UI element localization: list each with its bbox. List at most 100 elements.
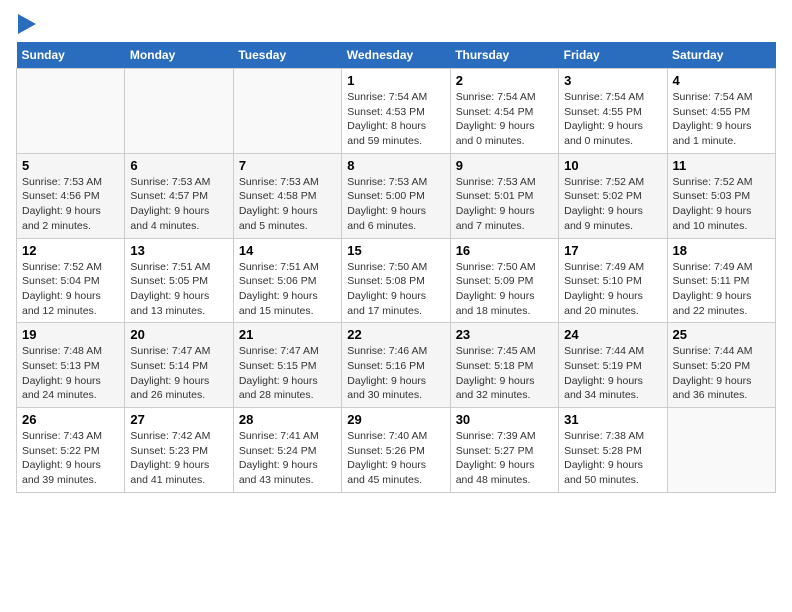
day-info: Sunrise: 7:54 AM Sunset: 4:55 PM Dayligh… <box>673 90 770 149</box>
calendar-day-cell: 15 Sunrise: 7:50 AM Sunset: 5:08 PM Dayli… <box>342 238 450 323</box>
day-of-week-header: Tuesday <box>233 42 341 69</box>
calendar-week-row: 12 Sunrise: 7:52 AM Sunset: 5:04 PM Dayli… <box>17 238 776 323</box>
calendar-day-cell: 4 Sunrise: 7:54 AM Sunset: 4:55 PM Daylig… <box>667 69 775 154</box>
day-info: Sunrise: 7:51 AM Sunset: 5:05 PM Dayligh… <box>130 260 227 319</box>
day-number: 11 <box>673 158 770 173</box>
day-info: Sunrise: 7:54 AM Sunset: 4:54 PM Dayligh… <box>456 90 553 149</box>
day-info: Sunrise: 7:41 AM Sunset: 5:24 PM Dayligh… <box>239 429 336 488</box>
day-number: 16 <box>456 243 553 258</box>
calendar-day-cell: 27Sunrise: 7:42 AM Sunset: 5:23 PM Dayli… <box>125 408 233 493</box>
day-number: 10 <box>564 158 661 173</box>
calendar-day-cell: 19 Sunrise: 7:48 AM Sunset: 5:13 PM Dayli… <box>17 323 125 408</box>
day-number: 23 <box>456 327 553 342</box>
day-of-week-header: Wednesday <box>342 42 450 69</box>
day-of-week-header: Friday <box>559 42 667 69</box>
day-number: 26 <box>22 412 119 427</box>
calendar-day-cell: 1 Sunrise: 7:54 AM Sunset: 4:53 PM Daylig… <box>342 69 450 154</box>
calendar-day-cell: 9Sunrise: 7:53 AM Sunset: 5:01 PM Daylig… <box>450 153 558 238</box>
day-info: Sunrise: 7:52 AM Sunset: 5:03 PM Dayligh… <box>673 175 770 234</box>
calendar-day-cell <box>125 69 233 154</box>
logo <box>16 16 36 30</box>
day-number: 3 <box>564 73 661 88</box>
day-info: Sunrise: 7:42 AM Sunset: 5:23 PM Dayligh… <box>130 429 227 488</box>
calendar-week-row: 1 Sunrise: 7:54 AM Sunset: 4:53 PM Daylig… <box>17 69 776 154</box>
calendar-week-row: 5Sunrise: 7:53 AM Sunset: 4:56 PM Daylig… <box>17 153 776 238</box>
calendar-day-cell: 20Sunrise: 7:47 AM Sunset: 5:14 PM Dayli… <box>125 323 233 408</box>
day-info: Sunrise: 7:44 AM Sunset: 5:19 PM Dayligh… <box>564 344 661 403</box>
calendar-day-cell: 30 Sunrise: 7:39 AM Sunset: 5:27 PM Dayli… <box>450 408 558 493</box>
day-info: Sunrise: 7:50 AM Sunset: 5:09 PM Dayligh… <box>456 260 553 319</box>
day-info: Sunrise: 7:47 AM Sunset: 5:15 PM Dayligh… <box>239 344 336 403</box>
day-number: 8 <box>347 158 444 173</box>
day-number: 29 <box>347 412 444 427</box>
day-info: Sunrise: 7:52 AM Sunset: 5:04 PM Dayligh… <box>22 260 119 319</box>
day-info: Sunrise: 7:47 AM Sunset: 5:14 PM Dayligh… <box>130 344 227 403</box>
calendar-day-cell <box>667 408 775 493</box>
calendar-day-cell: 2 Sunrise: 7:54 AM Sunset: 4:54 PM Daylig… <box>450 69 558 154</box>
day-number: 7 <box>239 158 336 173</box>
day-number: 2 <box>456 73 553 88</box>
calendar-day-cell: 8 Sunrise: 7:53 AM Sunset: 5:00 PM Daylig… <box>342 153 450 238</box>
calendar-day-cell: 23 Sunrise: 7:45 AM Sunset: 5:18 PM Dayli… <box>450 323 558 408</box>
day-number: 6 <box>130 158 227 173</box>
day-info: Sunrise: 7:48 AM Sunset: 5:13 PM Dayligh… <box>22 344 119 403</box>
day-number: 22 <box>347 327 444 342</box>
day-number: 18 <box>673 243 770 258</box>
day-number: 17 <box>564 243 661 258</box>
day-number: 9 <box>456 158 553 173</box>
day-number: 21 <box>239 327 336 342</box>
day-number: 24 <box>564 327 661 342</box>
calendar-week-row: 19 Sunrise: 7:48 AM Sunset: 5:13 PM Dayli… <box>17 323 776 408</box>
day-number: 1 <box>347 73 444 88</box>
calendar-day-cell <box>17 69 125 154</box>
calendar-day-cell: 28 Sunrise: 7:41 AM Sunset: 5:24 PM Dayli… <box>233 408 341 493</box>
day-info: Sunrise: 7:50 AM Sunset: 5:08 PM Dayligh… <box>347 260 444 319</box>
day-info: Sunrise: 7:49 AM Sunset: 5:11 PM Dayligh… <box>673 260 770 319</box>
calendar-day-cell: 24 Sunrise: 7:44 AM Sunset: 5:19 PM Dayli… <box>559 323 667 408</box>
calendar-day-cell: 13 Sunrise: 7:51 AM Sunset: 5:05 PM Dayli… <box>125 238 233 323</box>
day-number: 15 <box>347 243 444 258</box>
calendar-day-cell: 3Sunrise: 7:54 AM Sunset: 4:55 PM Daylig… <box>559 69 667 154</box>
calendar-header-row: SundayMondayTuesdayWednesdayThursdayFrid… <box>17 42 776 69</box>
day-info: Sunrise: 7:51 AM Sunset: 5:06 PM Dayligh… <box>239 260 336 319</box>
calendar-day-cell: 25 Sunrise: 7:44 AM Sunset: 5:20 PM Dayli… <box>667 323 775 408</box>
calendar-day-cell: 26 Sunrise: 7:43 AM Sunset: 5:22 PM Dayli… <box>17 408 125 493</box>
day-of-week-header: Monday <box>125 42 233 69</box>
calendar-day-cell: 12 Sunrise: 7:52 AM Sunset: 5:04 PM Dayli… <box>17 238 125 323</box>
calendar-day-cell: 22 Sunrise: 7:46 AM Sunset: 5:16 PM Dayli… <box>342 323 450 408</box>
day-info: Sunrise: 7:39 AM Sunset: 5:27 PM Dayligh… <box>456 429 553 488</box>
calendar-day-cell: 29Sunrise: 7:40 AM Sunset: 5:26 PM Dayli… <box>342 408 450 493</box>
calendar-day-cell: 10 Sunrise: 7:52 AM Sunset: 5:02 PM Dayli… <box>559 153 667 238</box>
calendar-day-cell: 17 Sunrise: 7:49 AM Sunset: 5:10 PM Dayli… <box>559 238 667 323</box>
day-of-week-header: Thursday <box>450 42 558 69</box>
day-info: Sunrise: 7:44 AM Sunset: 5:20 PM Dayligh… <box>673 344 770 403</box>
day-number: 12 <box>22 243 119 258</box>
page-header <box>16 16 776 30</box>
day-info: Sunrise: 7:49 AM Sunset: 5:10 PM Dayligh… <box>564 260 661 319</box>
calendar-day-cell: 14 Sunrise: 7:51 AM Sunset: 5:06 PM Dayli… <box>233 238 341 323</box>
day-info: Sunrise: 7:54 AM Sunset: 4:53 PM Dayligh… <box>347 90 444 149</box>
day-of-week-header: Saturday <box>667 42 775 69</box>
day-number: 4 <box>673 73 770 88</box>
calendar-day-cell <box>233 69 341 154</box>
day-number: 19 <box>22 327 119 342</box>
day-number: 30 <box>456 412 553 427</box>
day-info: Sunrise: 7:52 AM Sunset: 5:02 PM Dayligh… <box>564 175 661 234</box>
day-number: 13 <box>130 243 227 258</box>
calendar-day-cell: 7Sunrise: 7:53 AM Sunset: 4:58 PM Daylig… <box>233 153 341 238</box>
day-info: Sunrise: 7:38 AM Sunset: 5:28 PM Dayligh… <box>564 429 661 488</box>
calendar-day-cell: 18 Sunrise: 7:49 AM Sunset: 5:11 PM Dayli… <box>667 238 775 323</box>
calendar-day-cell: 31 Sunrise: 7:38 AM Sunset: 5:28 PM Dayli… <box>559 408 667 493</box>
day-number: 28 <box>239 412 336 427</box>
day-info: Sunrise: 7:45 AM Sunset: 5:18 PM Dayligh… <box>456 344 553 403</box>
calendar-table: SundayMondayTuesdayWednesdayThursdayFrid… <box>16 42 776 493</box>
calendar-day-cell: 21 Sunrise: 7:47 AM Sunset: 5:15 PM Dayli… <box>233 323 341 408</box>
day-info: Sunrise: 7:46 AM Sunset: 5:16 PM Dayligh… <box>347 344 444 403</box>
day-number: 14 <box>239 243 336 258</box>
calendar-week-row: 26 Sunrise: 7:43 AM Sunset: 5:22 PM Dayli… <box>17 408 776 493</box>
day-number: 5 <box>22 158 119 173</box>
day-info: Sunrise: 7:53 AM Sunset: 5:00 PM Dayligh… <box>347 175 444 234</box>
day-number: 25 <box>673 327 770 342</box>
day-info: Sunrise: 7:43 AM Sunset: 5:22 PM Dayligh… <box>22 429 119 488</box>
day-number: 31 <box>564 412 661 427</box>
